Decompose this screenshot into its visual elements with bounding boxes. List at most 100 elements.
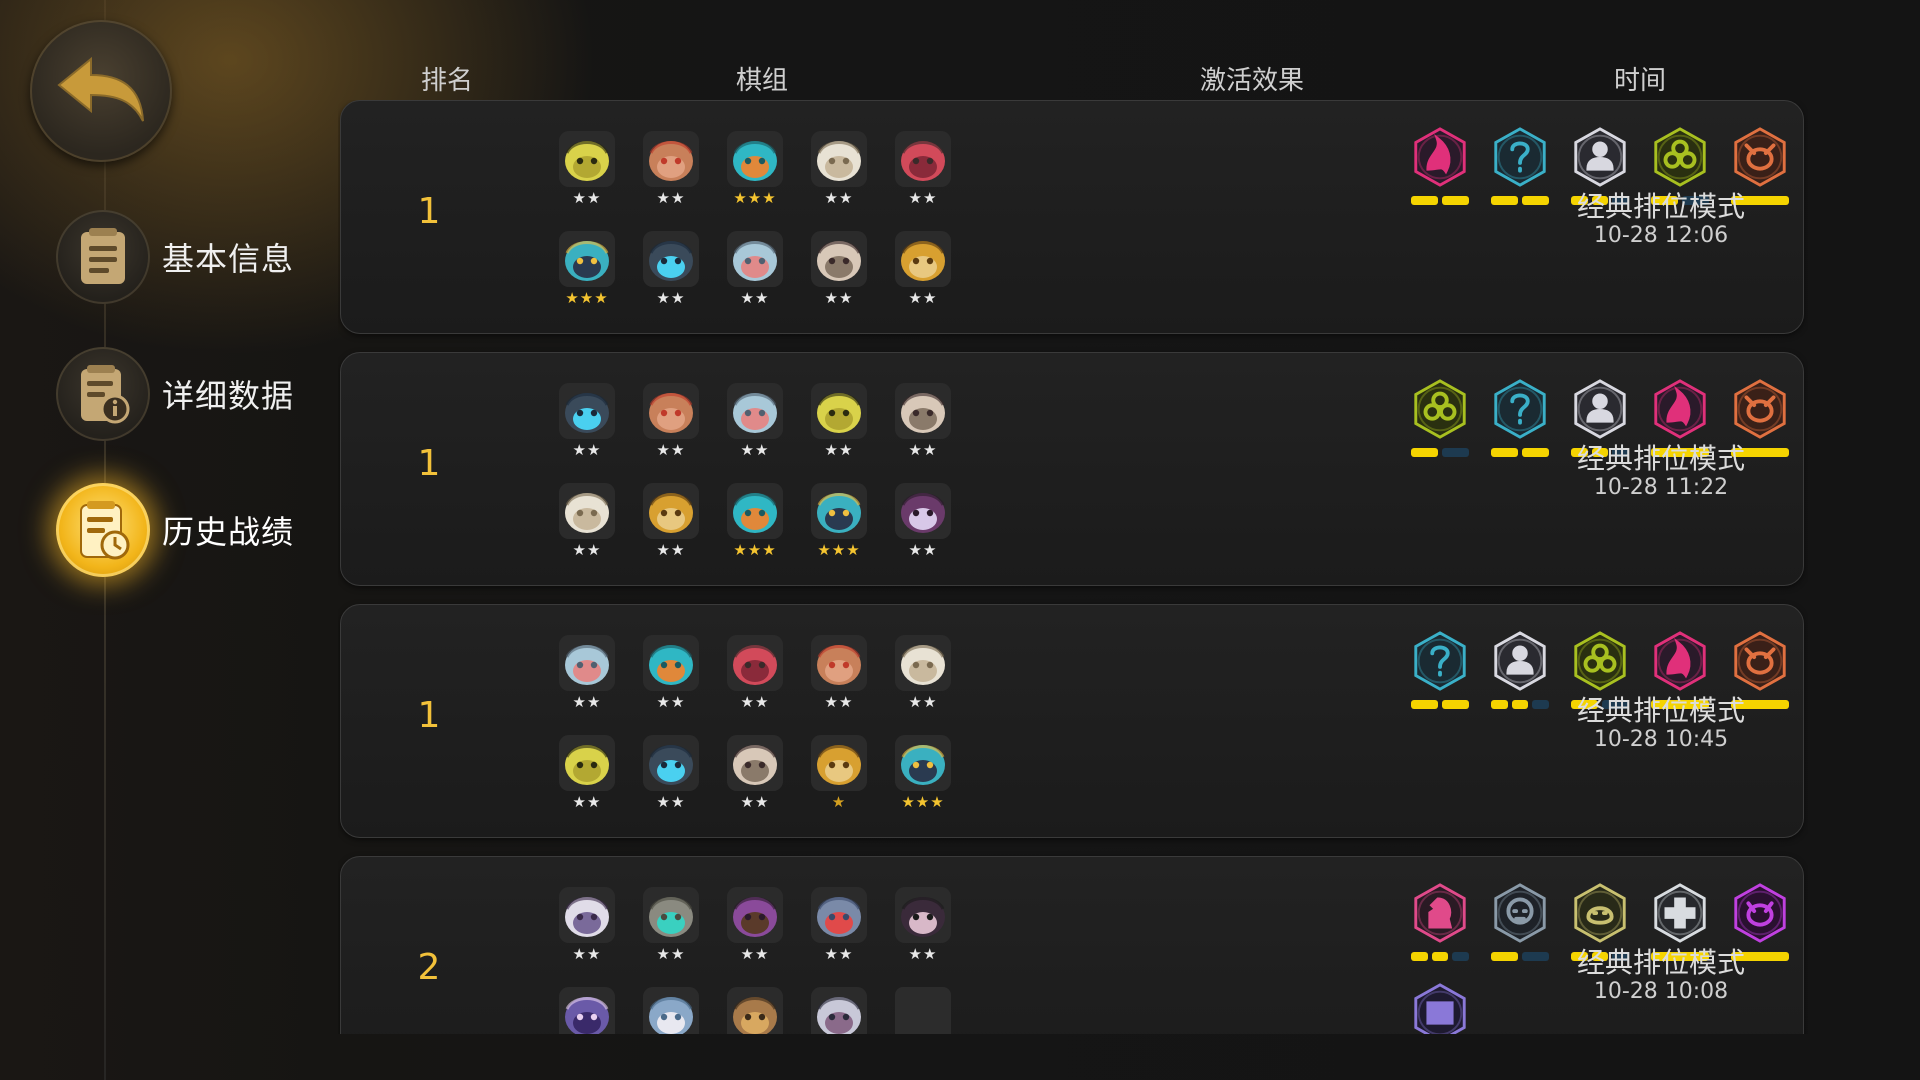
back-button[interactable] (30, 20, 172, 162)
lineup-piece[interactable] (719, 987, 789, 1034)
star-rating: ★★ (656, 693, 686, 711)
trait-progress-segment (1491, 952, 1518, 961)
trait-progress-bar (1491, 952, 1549, 961)
star-rating: ★★ (740, 945, 770, 963)
lineup-piece[interactable]: ★★★ (551, 231, 621, 323)
nav-label-basic-info: 基本信息 (162, 240, 295, 278)
olive-trio-trait-icon (1409, 378, 1471, 440)
lineup-piece[interactable]: ★★ (635, 887, 705, 979)
teal-helmet-hero-icon (727, 131, 783, 187)
star-rating: ★★ (824, 441, 854, 459)
star-rating: ★★ (656, 793, 686, 811)
skull-horns-hero-icon (727, 735, 783, 791)
lineup-piece[interactable]: ★★ (551, 887, 621, 979)
trait-effect[interactable] (1489, 126, 1551, 214)
horned-beast-hero-icon (727, 231, 783, 287)
lineup-piece[interactable] (551, 987, 621, 1034)
match-history-list[interactable]: 1 ★★ ★★ ★★★ ★★ ★★ ★★★ ★★ ★★ ★★ ★★ 经典排位模式… (338, 100, 1808, 1034)
blue-gem-robot-hero-icon (643, 231, 699, 287)
lineup-piece[interactable]: ★★★ (887, 735, 957, 827)
lineup-piece[interactable]: ★★ (887, 131, 957, 223)
lineup-piece[interactable] (887, 987, 957, 1034)
column-header-effects: 激活效果 (1199, 66, 1305, 96)
trait-progress-segment (1491, 700, 1508, 709)
lineup-piece[interactable]: ★★ (635, 635, 705, 727)
match-card[interactable]: 1 ★★ ★★ ★★ ★★ ★★ (340, 604, 1804, 838)
lineup-piece[interactable]: ★★ (803, 887, 873, 979)
silver-bust-trait-icon (1489, 630, 1551, 692)
trait-effect[interactable] (1409, 882, 1471, 970)
yellow-frog-hero-icon (559, 735, 615, 791)
match-card[interactable]: 2 ★★ ★★ ★★ ★★ ★★ 经典排位模式 10-28 10:08 (340, 856, 1804, 1034)
match-mode: 经典排位模式 (1576, 694, 1745, 727)
star-rating: ★★ (740, 693, 770, 711)
lineup-piece[interactable]: ★★ (803, 635, 873, 727)
lineup-piece[interactable] (635, 987, 705, 1034)
star-rating: ★★★ (901, 793, 945, 811)
trait-effect[interactable] (1489, 630, 1551, 718)
trait-effect[interactable] (1409, 982, 1471, 1034)
lineup-piece[interactable]: ★ (803, 735, 873, 827)
crystal-knight-hero-icon (811, 483, 867, 539)
match-mode: 经典排位模式 (1576, 190, 1745, 223)
lineup-piece[interactable]: ★★★ (719, 131, 789, 223)
lineup-piece[interactable]: ★★ (551, 735, 621, 827)
lineup-piece[interactable]: ★★★ (803, 483, 873, 575)
lineup-piece[interactable]: ★★ (551, 131, 621, 223)
trait-effect[interactable] (1409, 630, 1471, 718)
trait-progress-segment (1411, 952, 1428, 961)
nav-history[interactable]: 历史战绩 (56, 478, 316, 582)
trait-progress-segment (1442, 448, 1469, 457)
nav-basic-info[interactable]: 基本信息 (56, 205, 316, 309)
lineup-piece[interactable]: ★★ (887, 383, 957, 475)
match-rank: 1 (417, 695, 441, 736)
lineup-piece[interactable]: ★★ (803, 131, 873, 223)
trait-effect[interactable] (1489, 882, 1551, 970)
lineup-piece[interactable]: ★★ (887, 887, 957, 979)
lineup-piece[interactable]: ★★ (887, 231, 957, 323)
star-rating: ★★ (572, 541, 602, 559)
blue-gem-robot-hero-icon (559, 383, 615, 439)
lineup-piece[interactable]: ★★ (719, 635, 789, 727)
golden-hood-hero-icon (643, 483, 699, 539)
trait-effect[interactable] (1489, 378, 1551, 466)
star-rating: ★★ (908, 693, 938, 711)
lineup-piece[interactable]: ★★ (719, 887, 789, 979)
teal-helmet-hero-icon (643, 635, 699, 691)
lineup-piece[interactable]: ★★ (887, 483, 957, 575)
lineup-piece[interactable]: ★★ (803, 231, 873, 323)
star-rating: ★★ (656, 189, 686, 207)
feather-warrior-hero-icon (643, 383, 699, 439)
star-rating: ★★★ (565, 289, 609, 307)
column-header-lineup: 棋组 (735, 66, 789, 96)
lineup-piece[interactable]: ★★ (803, 383, 873, 475)
lineup-piece[interactable]: ★★ (551, 635, 621, 727)
trait-effect[interactable] (1409, 126, 1471, 214)
lineup-piece[interactable]: ★★ (887, 635, 957, 727)
lineup-piece[interactable]: ★★★ (719, 483, 789, 575)
match-time: 10-28 12:06 (1593, 223, 1729, 248)
lineup-piece[interactable]: ★★ (635, 383, 705, 475)
star-rating: ★★★ (817, 541, 861, 559)
lineup-piece[interactable]: ★★ (719, 383, 789, 475)
nav-detailed-data[interactable]: 详细数据 (56, 342, 316, 446)
star-rating: ★★ (824, 289, 854, 307)
star-rating: ★★ (572, 189, 602, 207)
lineup-piece[interactable]: ★★ (719, 231, 789, 323)
lineup-piece[interactable]: ★★ (635, 131, 705, 223)
golden-hood-hero-icon (895, 231, 951, 287)
lineup-piece[interactable]: ★★ (719, 735, 789, 827)
lineup-piece[interactable]: ★★ (635, 483, 705, 575)
stone-golem-hero-icon (643, 887, 699, 943)
trait-effect[interactable] (1409, 378, 1471, 466)
lineup-piece[interactable]: ★★ (551, 483, 621, 575)
lineup-piece[interactable]: ★★ (635, 231, 705, 323)
wood-mask-hero-icon (727, 987, 783, 1034)
lineup-piece[interactable] (803, 987, 873, 1034)
match-card[interactable]: 1 ★★ ★★ ★★★ ★★ ★★ ★★★ ★★ ★★ ★★ ★★ 经典排位模式… (340, 100, 1804, 334)
star-rating: ★★★ (733, 189, 777, 207)
lineup-piece[interactable]: ★★ (635, 735, 705, 827)
lineup-piece[interactable]: ★★ (551, 383, 621, 475)
match-card[interactable]: 1 ★★ ★★ ★★ ★★ ★★ (340, 352, 1804, 586)
empty-slot (895, 987, 951, 1034)
